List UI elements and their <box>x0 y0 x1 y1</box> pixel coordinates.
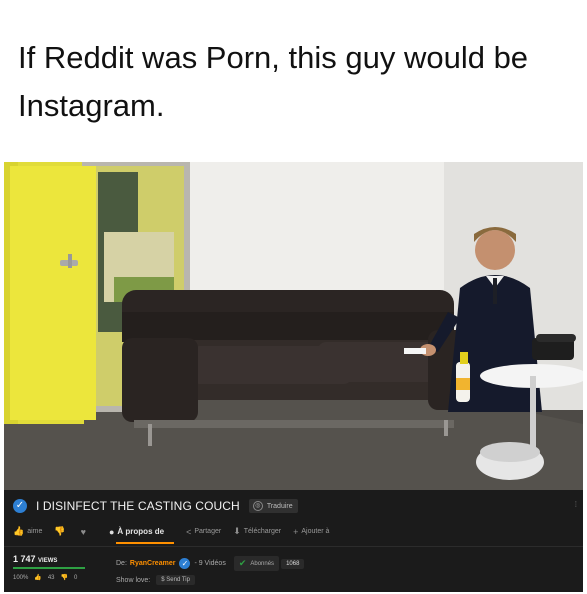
translate-label: Traduire <box>266 502 293 510</box>
dollar-icon: $ <box>161 577 165 583</box>
active-tab-indicator <box>116 542 174 544</box>
video-info-bar: ✓ I DISINFECT THE CASTING COUCH ◎ Tradui… <box>4 490 583 592</box>
likes-count: 43 <box>47 574 55 581</box>
from-label: De: <box>116 560 127 567</box>
globe-icon: ◎ <box>252 501 263 511</box>
subscribe-button[interactable]: ✔ Abonnés <box>233 556 280 571</box>
share-label: Partager <box>194 528 222 535</box>
uploader-link[interactable]: RyanCreamer <box>130 560 176 567</box>
add-to-label: Ajouter à <box>301 528 330 535</box>
show-love-row: Show love: $ Send Tip <box>116 575 195 585</box>
thumbs-up-icon: 👍 <box>13 526 25 536</box>
verified-icon: ✓ <box>13 499 27 513</box>
rating-stats: 100% 👍 43 👎 0 <box>13 574 83 582</box>
thumbs-down-icon: 👎 <box>60 575 69 581</box>
info-icon: ● <box>108 526 115 537</box>
translate-button[interactable]: ◎ Traduire <box>248 499 298 513</box>
send-tip-label: Send Tip <box>166 577 190 583</box>
meme-caption: If Reddit was Porn, this guy would be In… <box>18 40 529 123</box>
share-icon: < <box>186 526 192 537</box>
view-count: 1 747 VIEWS <box>13 554 57 564</box>
download-icon: ⬇ <box>233 526 241 536</box>
verified-icon: ✓ <box>179 558 191 569</box>
thumbs-up-icon: 👍 <box>34 575 42 581</box>
video-count: - 9 Vidéos <box>194 560 226 567</box>
more-options-icon[interactable]: ⁞ <box>575 500 577 509</box>
like-button[interactable]: 👍 aime <box>13 526 42 537</box>
send-tip-button[interactable]: $ Send Tip <box>156 575 195 585</box>
views-label: VIEWS <box>38 558 58 564</box>
download-label: Télécharger <box>243 528 282 535</box>
plus-icon: + <box>293 526 299 537</box>
views-number: 1 747 <box>13 554 36 564</box>
add-to-button[interactable]: + Ajouter à <box>293 527 329 537</box>
about-label: À propos de <box>117 527 165 536</box>
heart-icon: ♥ <box>80 526 86 537</box>
action-row: 👍 aime 👎 ♥ ● À propos de < Partager ⬇ Té… <box>13 526 341 537</box>
rating-percent: 100% <box>13 574 29 581</box>
subscriber-count: 1068 <box>281 558 305 569</box>
like-label: aime <box>27 528 43 535</box>
checkmark-icon: ✔ <box>238 558 247 568</box>
video-title-row: ✓ I DISINFECT THE CASTING COUCH ◎ Tradui… <box>13 498 298 514</box>
show-love-label: Show love: <box>116 576 151 584</box>
video-frame[interactable] <box>4 162 583 490</box>
favorite-button[interactable]: ♥ <box>81 527 89 537</box>
video-title: I DISINFECT THE CASTING COUCH <box>36 499 240 513</box>
office-scene-image <box>4 162 583 490</box>
subscribe-label: Abonnés <box>250 560 275 567</box>
dislike-button[interactable]: 👎 <box>54 526 68 537</box>
tab-about[interactable]: ● À propos de <box>109 527 164 537</box>
thumbs-down-icon: 👎 <box>54 526 66 536</box>
rating-bar-fill <box>13 567 85 569</box>
rating-bar <box>13 567 85 569</box>
uploader-info: De: RyanCreamer ✓ - 9 Vidéos ✔ Abonnés 1… <box>116 556 305 571</box>
download-button[interactable]: ⬇ Télécharger <box>233 526 281 537</box>
dislikes-count: 0 <box>74 574 78 581</box>
share-button[interactable]: < Partager <box>186 527 221 537</box>
divider <box>4 546 583 547</box>
